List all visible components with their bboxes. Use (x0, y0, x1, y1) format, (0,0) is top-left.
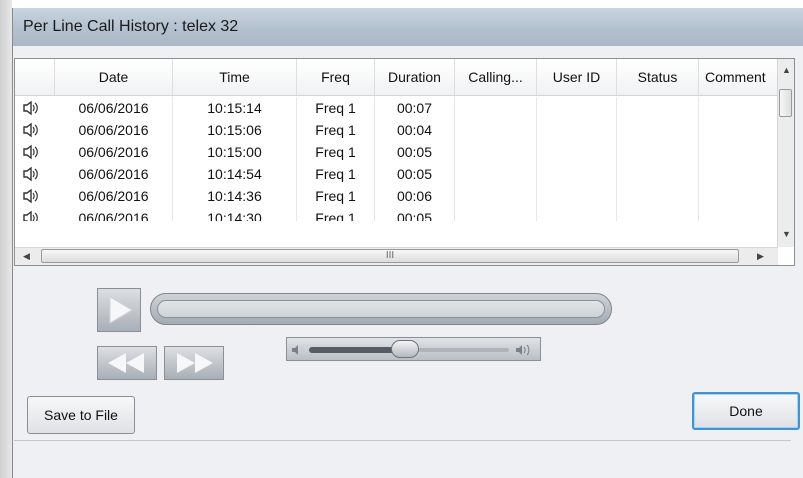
cell-calling (455, 163, 537, 185)
cell-freq: Freq 1 (297, 97, 375, 119)
save-to-file-button[interactable]: Save to File (27, 396, 135, 434)
cell-time: 10:14:30 (173, 207, 297, 221)
cell-duration: 00:04 (375, 119, 455, 141)
speaker-icon[interactable] (22, 166, 40, 182)
cell-time: 10:14:36 (173, 185, 297, 207)
cell-calling (455, 141, 537, 163)
cell-freq: Freq 1 (297, 163, 375, 185)
scroll-down-arrow-icon[interactable]: ▼ (782, 229, 791, 239)
cell-date: 06/06/2016 (55, 119, 173, 141)
speaker-icon[interactable] (22, 144, 40, 160)
column-header-calling[interactable]: Calling... (455, 59, 537, 95)
cell-date: 06/06/2016 (55, 185, 173, 207)
cell-date: 06/06/2016 (55, 97, 173, 119)
window-title: Per Line Call History : telex 32 (23, 18, 239, 35)
play-button[interactable] (97, 288, 141, 332)
cell-user-id (537, 185, 617, 207)
call-history-grid[interactable]: Date Time Freq Duration Calling... User … (14, 58, 795, 266)
column-header-duration[interactable]: Duration (375, 59, 455, 95)
cell-status (617, 97, 699, 119)
speaker-icon[interactable] (22, 100, 40, 116)
scroll-grip: III (385, 250, 395, 261)
volume-knob[interactable] (391, 340, 419, 358)
column-header-comment[interactable]: Comment (699, 59, 779, 95)
cell-date: 06/06/2016 (55, 207, 173, 221)
cell-freq: Freq 1 (297, 185, 375, 207)
table-row[interactable]: 06/06/2016 10:14:30 Freq 1 00:05 (15, 207, 779, 221)
cell-time: 10:15:06 (173, 119, 297, 141)
column-header-status[interactable]: Status (617, 59, 699, 95)
playback-progress-bar[interactable] (150, 293, 612, 325)
scroll-left-arrow-icon[interactable]: ◀ (23, 251, 30, 262)
cell-date: 06/06/2016 (55, 163, 173, 185)
cell-user-id (537, 119, 617, 141)
cell-time: 10:15:00 (173, 141, 297, 163)
done-button[interactable]: Done (692, 392, 800, 430)
column-header-freq[interactable]: Freq (297, 59, 375, 95)
column-header-date[interactable]: Date (55, 59, 173, 95)
cell-freq: Freq 1 (297, 141, 375, 163)
cell-calling (455, 119, 537, 141)
cell-duration: 00:07 (375, 97, 455, 119)
scroll-up-arrow-icon[interactable]: ▲ (782, 65, 791, 75)
speaker-icon[interactable] (22, 188, 40, 204)
cell-user-id (537, 141, 617, 163)
table-row[interactable]: 06/06/2016 10:14:36 Freq 1 00:06 (15, 185, 779, 207)
grid-header: Date Time Freq Duration Calling... User … (15, 59, 779, 96)
cell-time: 10:14:54 (173, 163, 297, 185)
scroll-right-arrow-icon[interactable]: ▶ (757, 251, 764, 262)
cell-duration: 00:06 (375, 185, 455, 207)
speaker-icon[interactable] (22, 122, 40, 138)
play-icon (109, 296, 133, 324)
cell-status (617, 119, 699, 141)
horizontal-scrollbar[interactable]: ◀ III ▶ (15, 247, 778, 265)
cell-duration: 00:05 (375, 207, 455, 221)
header-icon-column (15, 59, 55, 95)
rewind-icon (108, 353, 144, 373)
cell-user-id (537, 97, 617, 119)
cell-time: 10:15:14 (173, 97, 297, 119)
fast-forward-button[interactable] (164, 346, 224, 380)
volume-low-icon (292, 345, 298, 355)
progress-track (157, 300, 605, 318)
table-row[interactable]: 06/06/2016 10:15:06 Freq 1 00:04 (15, 119, 779, 141)
cell-calling (455, 97, 537, 119)
table-row[interactable]: 06/06/2016 10:14:54 Freq 1 00:05 (15, 163, 779, 185)
cell-status (617, 185, 699, 207)
cell-status (617, 163, 699, 185)
cell-calling (455, 207, 537, 221)
horizontal-scroll-thumb[interactable]: III (41, 249, 739, 263)
cell-duration: 00:05 (375, 141, 455, 163)
background-window-edge (0, 0, 12, 478)
table-row[interactable]: 06/06/2016 10:15:14 Freq 1 00:07 (15, 97, 779, 119)
rewind-button[interactable] (97, 346, 157, 380)
cell-status (617, 141, 699, 163)
table-row[interactable]: 06/06/2016 10:15:00 Freq 1 00:05 (15, 141, 779, 163)
column-header-time[interactable]: Time (173, 59, 297, 95)
vertical-scrollbar[interactable]: ▲ ▼ (777, 59, 794, 247)
volume-slider[interactable] (286, 337, 541, 361)
cell-user-id (537, 207, 617, 221)
cell-duration: 00:05 (375, 163, 455, 185)
cell-status (617, 207, 699, 221)
fast-forward-icon (177, 353, 213, 373)
cell-calling (455, 185, 537, 207)
status-bar (14, 440, 791, 471)
cell-date: 06/06/2016 (55, 141, 173, 163)
speaker-icon[interactable] (22, 210, 40, 221)
title-bar[interactable]: Per Line Call History : telex 32 (13, 8, 803, 46)
cell-user-id (537, 163, 617, 185)
column-header-user-id[interactable]: User ID (537, 59, 617, 95)
vertical-scroll-thumb[interactable] (779, 89, 792, 117)
volume-high-icon (516, 344, 530, 356)
cell-freq: Freq 1 (297, 207, 375, 221)
cell-freq: Freq 1 (297, 119, 375, 141)
